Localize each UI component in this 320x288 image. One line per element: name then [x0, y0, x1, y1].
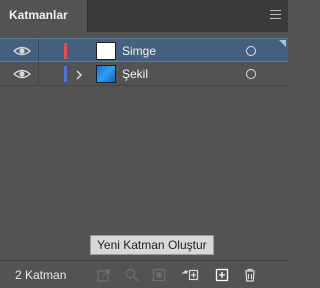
eye-icon[interactable] — [12, 43, 32, 59]
layer-count: 2 Katman — [15, 268, 67, 282]
layer-row-sekil[interactable]: Şekil — [0, 62, 288, 86]
target-circle-icon[interactable] — [246, 69, 256, 79]
layers-panel: Katmanlar Simge Şekil Yeni Katman Oluştu… — [0, 0, 288, 288]
layer-row-simge[interactable]: Simge — [0, 38, 288, 62]
layer-list: Simge Şekil — [0, 32, 288, 256]
tab-layers-label: Katmanlar — [9, 8, 68, 22]
target-circle-icon[interactable] — [246, 46, 256, 56]
panel-tab-bar: Katmanlar — [0, 0, 288, 32]
create-sublayer-icon[interactable] — [181, 267, 199, 283]
layer-thumbnail — [96, 42, 116, 60]
chevron-right-icon[interactable] — [74, 68, 84, 80]
create-new-layer-icon[interactable] — [214, 267, 230, 283]
panel-footer: 2 Katman — [0, 260, 288, 288]
eye-icon[interactable] — [12, 66, 32, 82]
layer-color-swatch — [64, 43, 67, 59]
hamburger-menu-icon[interactable] — [270, 10, 281, 19]
locate-object-icon[interactable] — [124, 267, 140, 283]
delete-icon[interactable] — [242, 267, 258, 283]
layer-name[interactable]: Şekil — [122, 67, 148, 81]
tab-layers[interactable]: Katmanlar — [0, 0, 88, 32]
layer-color-swatch — [64, 66, 67, 82]
export-icon[interactable] — [96, 267, 112, 283]
lock-column-divider — [38, 62, 39, 85]
tooltip: Yeni Katman Oluştur — [90, 235, 214, 255]
layer-thumbnail — [96, 65, 116, 83]
selection-indicator-icon — [279, 40, 286, 47]
make-clipping-mask-icon[interactable] — [151, 267, 167, 283]
lock-column-divider — [38, 39, 39, 61]
layer-name[interactable]: Simge — [122, 44, 156, 58]
